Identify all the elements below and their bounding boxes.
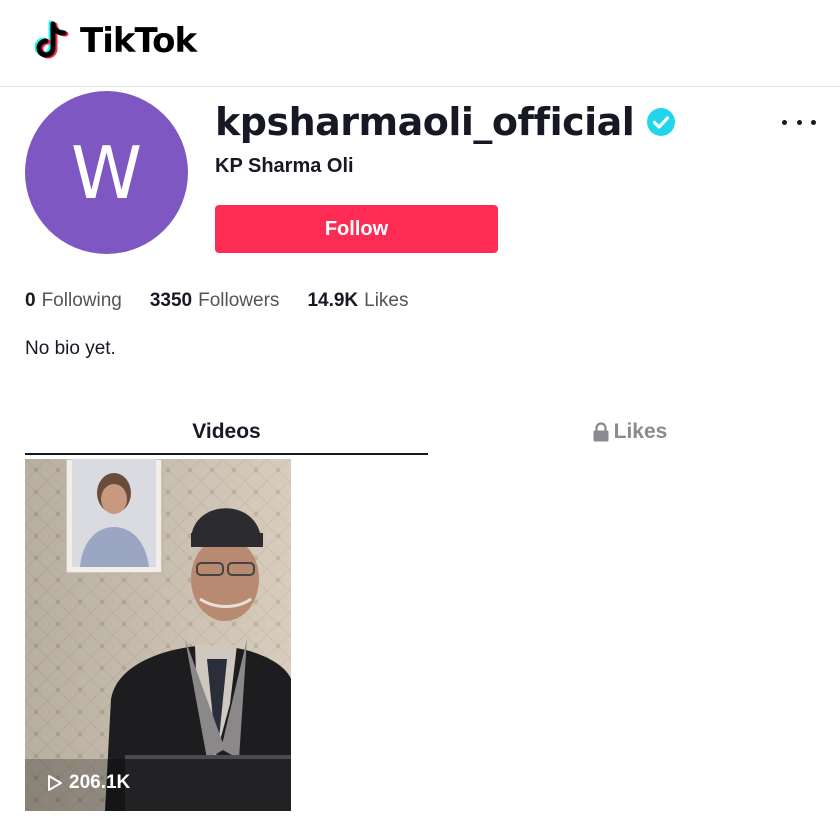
bio: No bio yet. [25, 338, 116, 359]
username: kpsharmaoli_official [215, 100, 635, 144]
video-card[interactable]: 206.1K [25, 459, 291, 811]
stat-label: Likes [364, 290, 409, 311]
tiktok-note-icon [34, 20, 69, 59]
avatar-letter: W [70, 130, 143, 215]
stat-following: 0 Following [25, 290, 122, 312]
stat-label: Followers [198, 290, 280, 311]
video-views: 206.1K [47, 772, 130, 794]
stat-label: Following [41, 290, 122, 311]
top-bar: TikTok [0, 0, 840, 87]
profile-tabs: Videos Likes [25, 410, 835, 456]
username-row: kpsharmaoli_official [215, 98, 676, 146]
more-options-icon[interactable] [782, 110, 816, 134]
lock-icon [593, 422, 609, 442]
tab-label: Videos [192, 420, 261, 443]
logo-text: TikTok [80, 21, 197, 61]
active-tab-underline [25, 453, 428, 455]
play-icon [48, 775, 62, 791]
stat-value: 14.9K [307, 290, 359, 311]
stat-value: 3350 [149, 290, 193, 311]
stat-likes: 14.9K Likes [307, 290, 408, 312]
profile-stats: 0 Following 3350 Followers 14.9K Likes [25, 290, 409, 312]
tab-videos[interactable]: Videos [25, 410, 428, 454]
stat-followers: 3350 Followers [150, 290, 280, 312]
avatar: W [25, 91, 188, 254]
view-count: 206.1K [69, 772, 131, 793]
video-thumbnail [25, 459, 291, 811]
verified-badge-icon [647, 108, 676, 136]
display-name: KP Sharma Oli [215, 155, 354, 177]
tiktok-logo[interactable]: TikTok [34, 18, 197, 64]
stat-value: 0 [25, 290, 36, 311]
tab-label: Likes [613, 420, 668, 443]
follow-button[interactable]: Follow [215, 205, 498, 253]
tab-likes[interactable]: Likes [428, 410, 831, 454]
